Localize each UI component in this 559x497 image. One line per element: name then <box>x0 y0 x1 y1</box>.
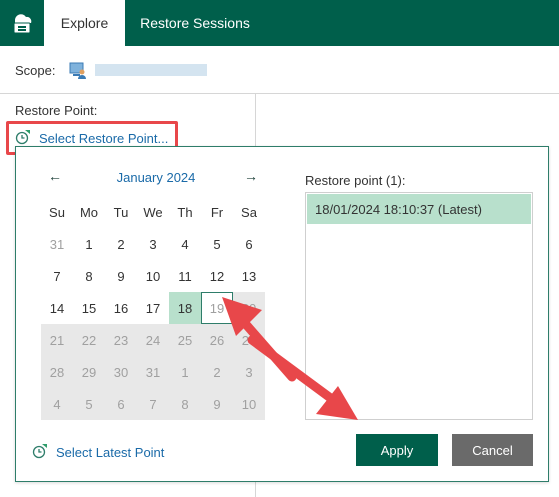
calendar-day[interactable]: 10 <box>137 260 169 292</box>
calendar-week-row: 4 5 6 7 8 9 10 <box>41 388 265 420</box>
calendar-week-row: 14 15 16 17 18 19 20 <box>41 292 265 324</box>
clock-icon <box>32 443 48 462</box>
top-bar: Explore Restore Sessions <box>0 0 559 46</box>
calendar-day[interactable]: 12 <box>201 260 233 292</box>
calendar-day[interactable]: 11 <box>169 260 201 292</box>
calendar-week-row: 31 1 2 3 4 5 6 <box>41 228 265 260</box>
apply-button[interactable]: Apply <box>356 434 438 466</box>
scope-label: Scope: <box>15 63 56 78</box>
tab-restore-sessions[interactable]: Restore Sessions <box>125 0 265 46</box>
calendar-weekday: We <box>143 204 163 220</box>
calendar-day: 24 <box>137 324 169 356</box>
calendar-day: 30 <box>105 356 137 388</box>
calendar-day[interactable]: 13 <box>233 260 265 292</box>
calendar-day: 21 <box>41 324 73 356</box>
tab-explore[interactable]: Explore <box>44 0 125 46</box>
cancel-button[interactable]: Cancel <box>452 434 533 466</box>
calendar-day: 3 <box>233 356 265 388</box>
calendar-week-row: 21 22 23 24 25 26 27 <box>41 324 265 356</box>
calendar-day: 28 <box>41 356 73 388</box>
calendar-day[interactable]: 16 <box>105 292 137 324</box>
calendar-day: 23 <box>105 324 137 356</box>
calendar-day: 26 <box>201 324 233 356</box>
calendar-day: 8 <box>169 388 201 420</box>
calendar-day: 20 <box>233 292 265 324</box>
calendar-day: 22 <box>73 324 105 356</box>
select-latest-point-label: Select Latest Point <box>56 444 165 460</box>
calendar-day[interactable]: 5 <box>201 228 233 260</box>
calendar-weekday: Su <box>49 204 65 220</box>
calendar-day[interactable]: 17 <box>137 292 169 324</box>
calendar-week-row: 7 8 9 10 11 12 13 <box>41 260 265 292</box>
calendar-day[interactable]: 15 <box>73 292 105 324</box>
calendar-day: 1 <box>169 356 201 388</box>
restore-point-item[interactable]: 18/01/2024 18:10:37 (Latest) <box>307 194 531 224</box>
calendar-week-row: 28 29 30 31 1 2 3 <box>41 356 265 388</box>
restore-point-list: 18/01/2024 18:10:37 (Latest) <box>305 192 533 420</box>
calendar-weekday: Sa <box>241 204 257 220</box>
restore-point-label: Restore Point: <box>15 103 98 118</box>
backup-app-icon[interactable] <box>0 0 44 46</box>
calendar-day[interactable]: 2 <box>105 228 137 260</box>
select-latest-point-link[interactable]: Select Latest Point <box>32 442 164 462</box>
calendar-day-today: 19 <box>201 292 233 324</box>
calendar-weekday: Fr <box>210 204 224 220</box>
restore-point-list-label: Restore point (1): <box>305 173 406 188</box>
calendar-day: 25 <box>169 324 201 356</box>
calendar-day[interactable]: 3 <box>137 228 169 260</box>
calendar-day: 9 <box>201 388 233 420</box>
calendar-day: 2 <box>201 356 233 388</box>
calendar-day[interactable]: 1 <box>73 228 105 260</box>
calendar-day: 29 <box>73 356 105 388</box>
calendar-day[interactable]: 4 <box>169 228 201 260</box>
scope-row: Scope: <box>0 46 559 94</box>
arrow-left-icon[interactable]: ← <box>46 167 64 185</box>
calendar-weekday: Tu <box>113 204 129 220</box>
calendar-day: 10 <box>233 388 265 420</box>
calendar-day: 27 <box>233 324 265 356</box>
scope-value-redacted <box>95 64 207 76</box>
calendar-day-selected[interactable]: 18 <box>169 292 201 324</box>
calendar-month-label[interactable]: January 2024 <box>101 170 211 185</box>
calendar-weekday-row: Su Mo Tu We Th Fr Sa <box>41 196 265 228</box>
calendar-weekday: Mo <box>79 204 99 220</box>
calendar-day[interactable]: 14 <box>41 292 73 324</box>
user-computer-icon <box>69 61 87 82</box>
calendar-day: 6 <box>105 388 137 420</box>
calendar-day[interactable]: 7 <box>41 260 73 292</box>
calendar-day[interactable]: 6 <box>233 228 265 260</box>
calendar-day: 31 <box>137 356 169 388</box>
tab-explore-label: Explore <box>60 15 109 31</box>
calendar-day[interactable]: 31 <box>41 228 73 260</box>
calendar-day[interactable]: 8 <box>73 260 105 292</box>
calendar-weekday: Th <box>177 204 193 220</box>
restore-point-popup: ← January 2024 → Su Mo Tu We Th Fr Sa 31 1 2 3 4 5 6 7… <box>15 146 549 482</box>
calendar-day: 5 <box>73 388 105 420</box>
calendar-day: 7 <box>137 388 169 420</box>
calendar-day: 4 <box>41 388 73 420</box>
arrow-right-icon[interactable]: → <box>242 167 260 185</box>
tab-restore-sessions-label: Restore Sessions <box>140 15 250 31</box>
calendar-day[interactable]: 9 <box>105 260 137 292</box>
calendar-grid: Su Mo Tu We Th Fr Sa 31 1 2 3 4 5 6 7 8 9 10 11 12 13 14 15 16 1… <box>41 196 265 420</box>
